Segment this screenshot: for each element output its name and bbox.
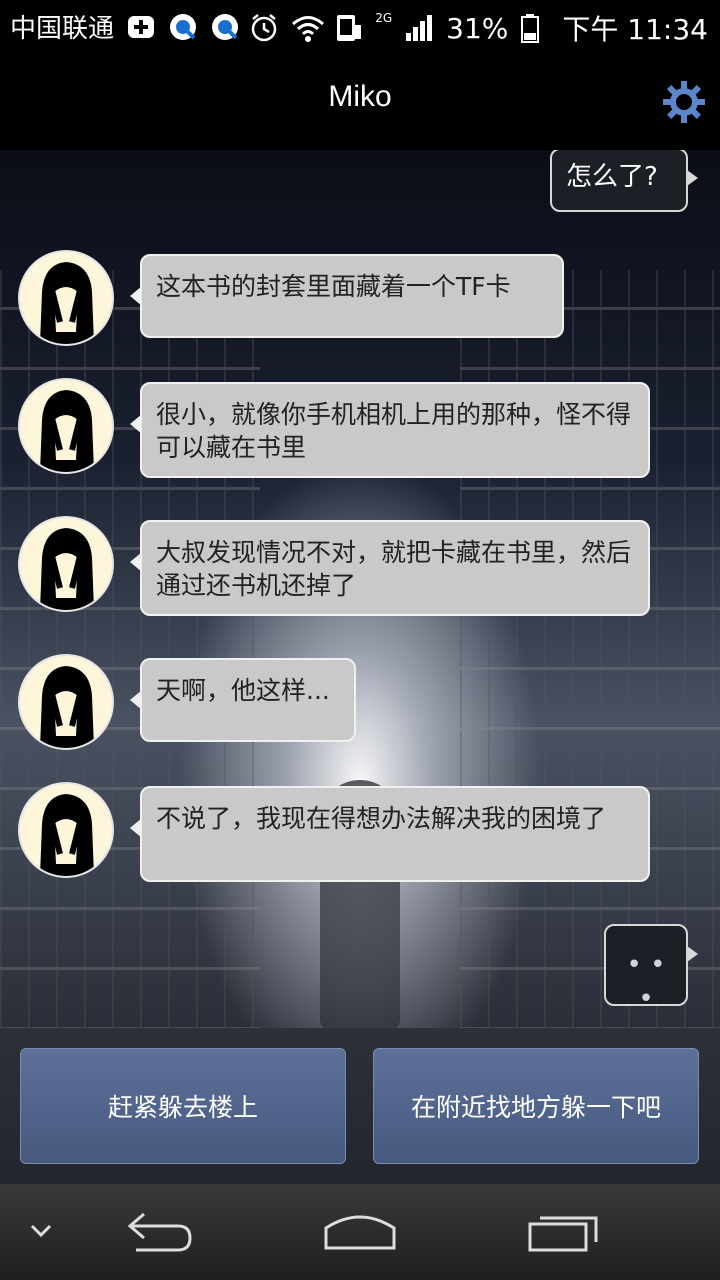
qq-icon bbox=[210, 12, 240, 42]
wifi-icon bbox=[291, 13, 325, 43]
chevron-down-icon bbox=[30, 1224, 52, 1238]
battery-icon bbox=[520, 13, 550, 43]
phone-icon bbox=[333, 13, 363, 43]
settings-button[interactable] bbox=[662, 80, 706, 124]
avatar[interactable] bbox=[18, 654, 114, 750]
incoming-message: 这本书的封套里面藏着一个TF卡 bbox=[130, 254, 564, 338]
carrier-label: 中国联通 bbox=[10, 14, 115, 44]
typing-dots: • • • bbox=[626, 950, 666, 1014]
incoming-message: 不说了，我现在得想办法解决我的困境了 bbox=[130, 786, 650, 882]
outgoing-message: 怎么了? bbox=[550, 150, 698, 212]
back-button[interactable] bbox=[124, 1204, 196, 1260]
choice-button[interactable]: 赶紧躲去楼上 bbox=[20, 1048, 346, 1164]
message-text: 天啊，他这样... bbox=[156, 676, 330, 705]
reply-choices: 赶紧躲去楼上 在附近找地方躲一下吧 bbox=[0, 1028, 720, 1184]
chat-area[interactable]: 怎么了? 这本书的封套里面藏着一个TF卡 很小，就像你手机相机上用的那种，怪不得… bbox=[0, 150, 720, 1028]
message-text: 怎么了? bbox=[566, 162, 658, 192]
avatar[interactable] bbox=[18, 516, 114, 612]
choice-button[interactable]: 在附近找地方躲一下吧 bbox=[373, 1048, 699, 1164]
typing-indicator: • • • bbox=[604, 924, 698, 1014]
message-text: 这本书的封套里面藏着一个TF卡 bbox=[156, 272, 511, 301]
hide-keyboard-button[interactable] bbox=[26, 1204, 56, 1260]
chat-title: Miko bbox=[328, 80, 392, 113]
status-bar: 中国联通 2G 31% 下午 11:34 bbox=[0, 0, 720, 50]
plus-icon bbox=[126, 12, 156, 42]
alarm-icon bbox=[249, 13, 279, 43]
qq-icon bbox=[168, 12, 198, 42]
gear-icon bbox=[663, 81, 705, 123]
message-text: 大叔发现情况不对，就把卡藏在书里，然后通过还书机还掉了 bbox=[156, 538, 632, 600]
signal-icon bbox=[404, 13, 434, 43]
incoming-message: 大叔发现情况不对，就把卡藏在书里，然后通过还书机还掉了 bbox=[130, 520, 650, 616]
message-text: 很小，就像你手机相机上用的那种，怪不得可以藏在书里 bbox=[156, 400, 632, 462]
incoming-message: 很小，就像你手机相机上用的那种，怪不得可以藏在书里 bbox=[130, 382, 650, 478]
back-icon bbox=[127, 1212, 192, 1252]
home-button[interactable] bbox=[322, 1204, 398, 1260]
home-icon bbox=[324, 1215, 396, 1250]
app-header: Miko bbox=[0, 50, 720, 150]
avatar[interactable] bbox=[18, 378, 114, 474]
system-nav-bar bbox=[0, 1184, 720, 1280]
battery-percent: 31% bbox=[446, 11, 509, 45]
incoming-message: 天啊，他这样... bbox=[130, 658, 356, 742]
message-text: 不说了，我现在得想办法解决我的困境了 bbox=[156, 804, 607, 833]
clock: 下午 11:34 bbox=[562, 13, 708, 46]
choice-label: 赶紧躲去楼上 bbox=[107, 1093, 258, 1122]
recent-apps-icon bbox=[528, 1216, 598, 1252]
avatar[interactable] bbox=[18, 782, 114, 878]
choice-label: 在附近找地方躲一下吧 bbox=[410, 1093, 661, 1122]
avatar[interactable] bbox=[18, 250, 114, 346]
network-label: 2G bbox=[375, 11, 393, 25]
recent-apps-button[interactable] bbox=[526, 1204, 600, 1260]
